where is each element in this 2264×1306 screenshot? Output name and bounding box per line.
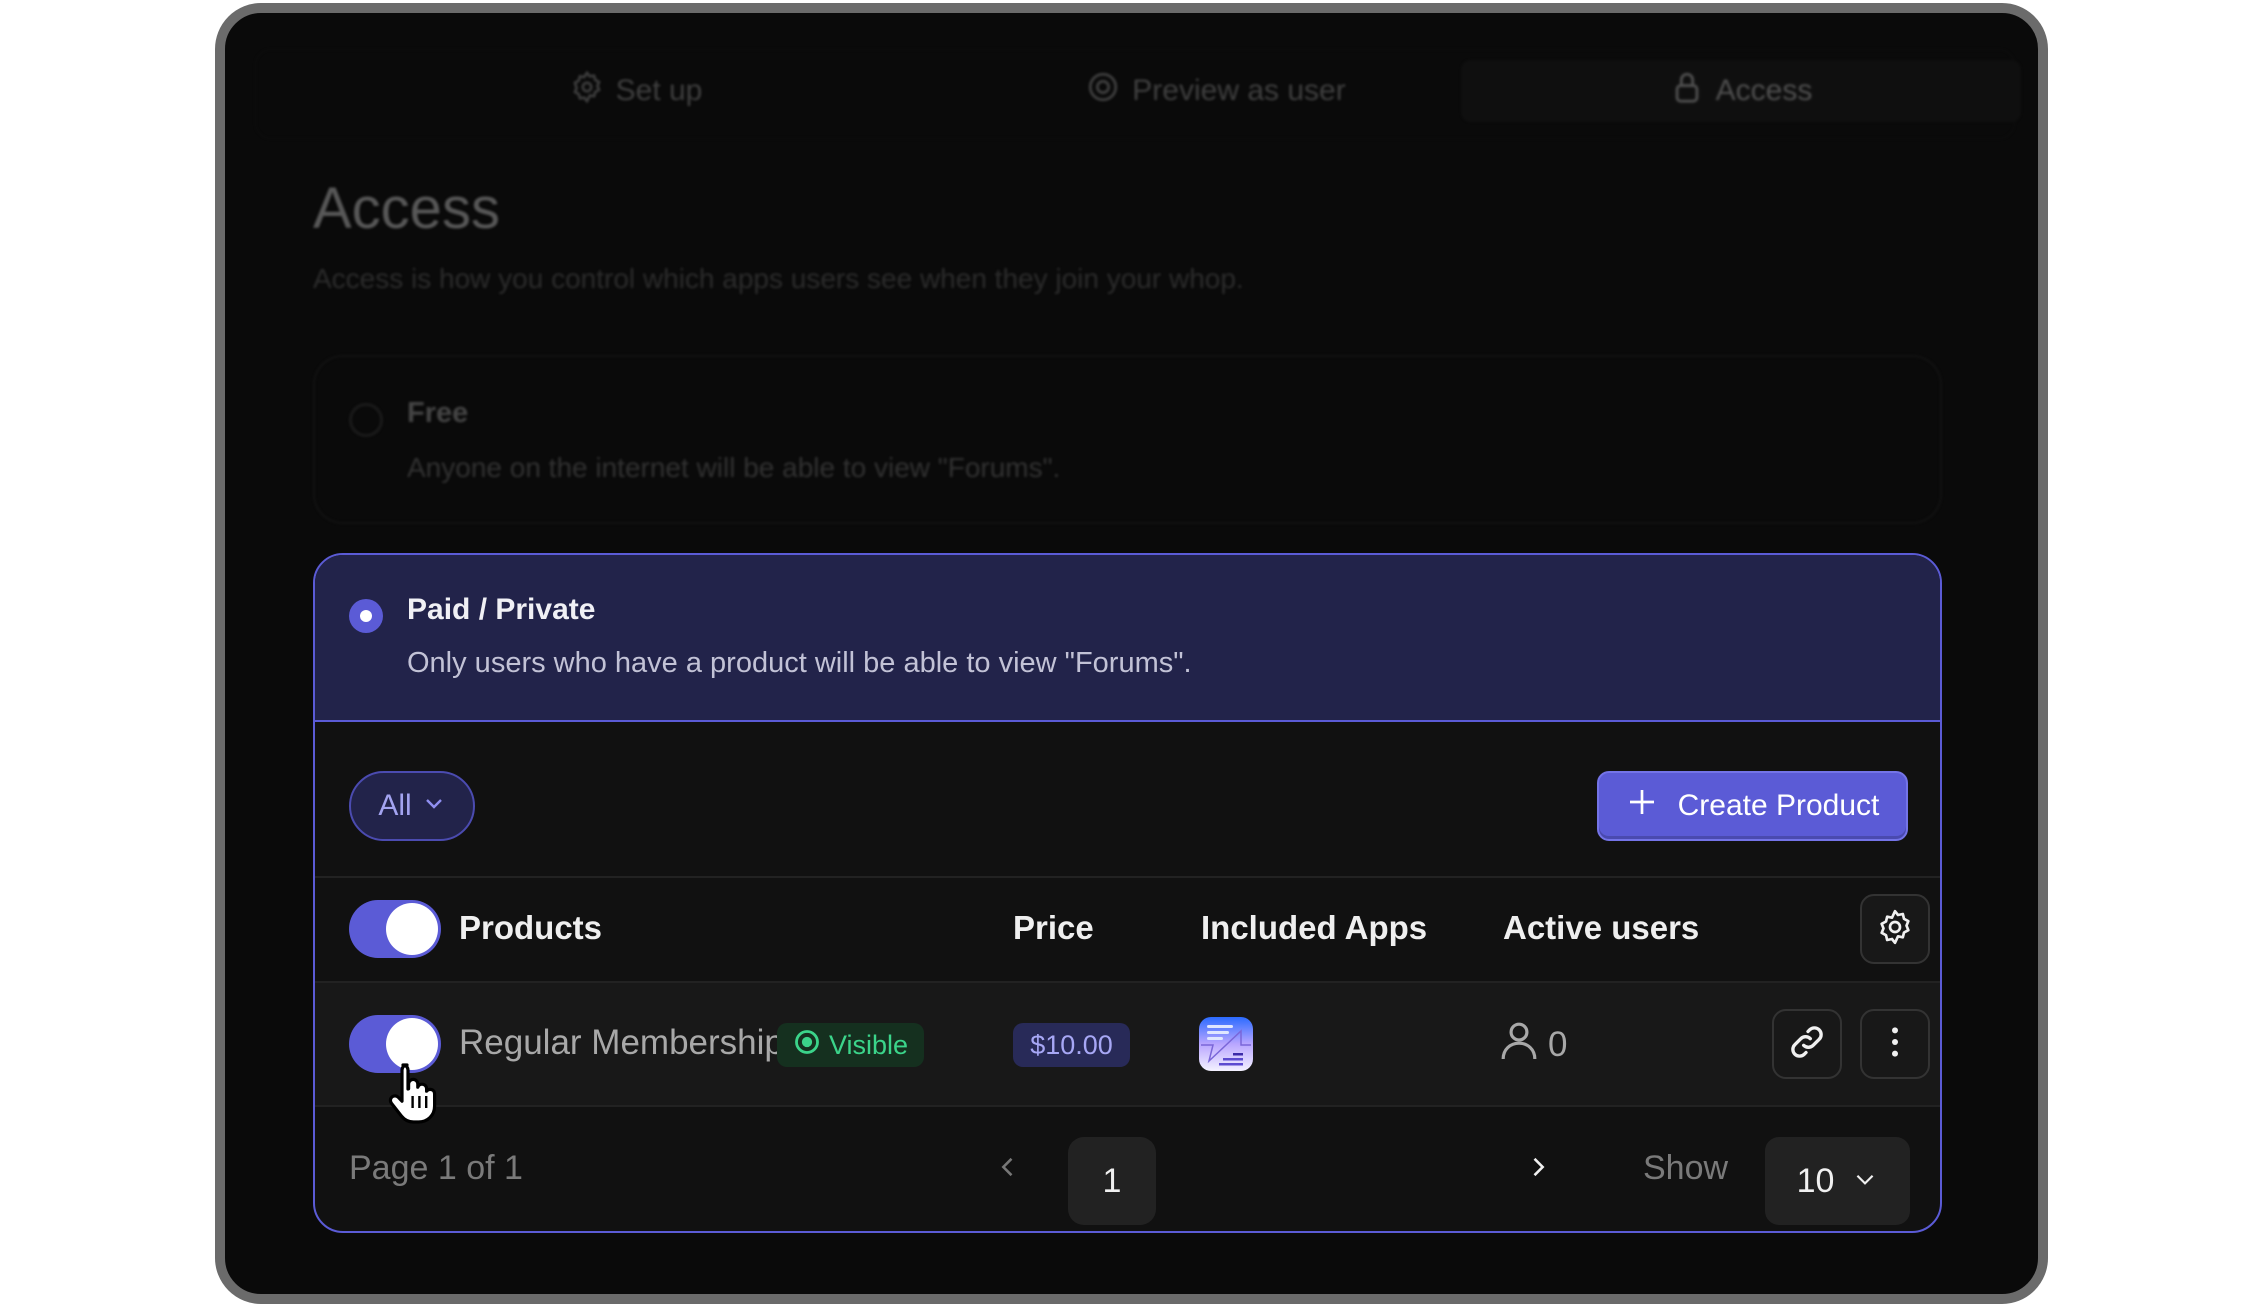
select-all-toggle[interactable] xyxy=(349,900,441,958)
next-page-button[interactable] xyxy=(1521,1149,1555,1189)
gear-icon xyxy=(570,70,604,112)
paid-radio[interactable] xyxy=(349,599,383,633)
chevron-down-icon xyxy=(422,789,446,823)
filter-label: All xyxy=(378,789,412,822)
page-info: Page 1 of 1 xyxy=(349,1149,523,1187)
tab-label: Access xyxy=(1715,74,1813,107)
free-radio[interactable] xyxy=(349,403,383,437)
paid-description: Only users who have a product will be ab… xyxy=(407,647,1192,679)
free-description: Anyone on the internet will be able to v… xyxy=(407,452,1061,483)
table-header: Products Price Included Apps Active user… xyxy=(315,877,1940,981)
paid-option-header[interactable]: Paid / Private Only users who have a pro… xyxy=(315,555,1940,722)
chevron-left-icon xyxy=(994,1153,1022,1186)
table-settings-button[interactable] xyxy=(1860,894,1930,964)
status-badge: Visible xyxy=(777,1023,924,1067)
pagination-bar: Page 1 of 1 1 Show 10 xyxy=(315,1107,1940,1231)
page-size-value: 10 xyxy=(1796,1161,1835,1200)
page-title: Access xyxy=(313,176,500,241)
show-label: Show xyxy=(1643,1149,1729,1187)
column-header-price: Price xyxy=(1013,909,1094,946)
create-product-label: Create Product xyxy=(1677,789,1880,822)
lock-icon xyxy=(1670,70,1704,112)
free-access-option[interactable]: Free Anyone on the internet will be able… xyxy=(313,355,1942,524)
copy-link-button[interactable] xyxy=(1772,1009,1842,1079)
chevron-right-icon xyxy=(1524,1153,1552,1186)
tab-bar: Set up Preview as user Access xyxy=(255,49,2021,139)
tab-label: Set up xyxy=(615,74,703,107)
page-subtitle: Access is how you control which apps use… xyxy=(313,263,1244,294)
paid-title: Paid / Private xyxy=(407,593,596,626)
previous-page-button[interactable] xyxy=(991,1149,1025,1189)
hand-cursor-icon xyxy=(385,1060,441,1126)
tab-label: Preview as user xyxy=(1132,74,1346,107)
gear-icon xyxy=(1875,907,1915,952)
status-label: Visible xyxy=(828,1029,909,1060)
eye-icon xyxy=(1086,70,1120,112)
column-header-products: Products xyxy=(459,909,603,946)
link-icon xyxy=(1787,1022,1827,1067)
forums-app-icon[interactable] xyxy=(1199,1017,1253,1071)
current-page-button[interactable]: 1 xyxy=(1068,1137,1156,1225)
more-vertical-icon xyxy=(1875,1022,1915,1067)
product-name[interactable]: Regular Membership xyxy=(459,1023,784,1063)
table-row: Regular Membership Visible $10.00 0 xyxy=(315,983,1940,1105)
eye-icon xyxy=(793,1028,821,1063)
free-title: Free xyxy=(407,397,469,429)
paid-access-option: Paid / Private Only users who have a pro… xyxy=(313,553,1942,1233)
tab-setup[interactable]: Set up xyxy=(426,60,846,122)
active-users: 0 xyxy=(1500,1019,1567,1070)
create-product-button[interactable]: Create Product xyxy=(1597,771,1908,841)
price-badge: $10.00 xyxy=(1013,1023,1130,1067)
plus-icon xyxy=(1626,786,1658,826)
column-header-active-users: Active users xyxy=(1503,909,1700,946)
page-size-select[interactable]: 10 xyxy=(1765,1137,1910,1225)
user-icon xyxy=(1500,1019,1538,1070)
active-users-count: 0 xyxy=(1548,1024,1568,1064)
app-window: Set up Preview as user Access Access Acc… xyxy=(215,3,2048,1304)
tab-access[interactable]: Access xyxy=(1461,60,2021,122)
tab-preview-as-user[interactable]: Preview as user xyxy=(1006,60,1426,122)
filter-dropdown[interactable]: All xyxy=(349,771,475,841)
more-options-button[interactable] xyxy=(1860,1009,1930,1079)
column-header-included-apps: Included Apps xyxy=(1201,909,1428,946)
chevron-down-icon xyxy=(1852,1162,1878,1201)
